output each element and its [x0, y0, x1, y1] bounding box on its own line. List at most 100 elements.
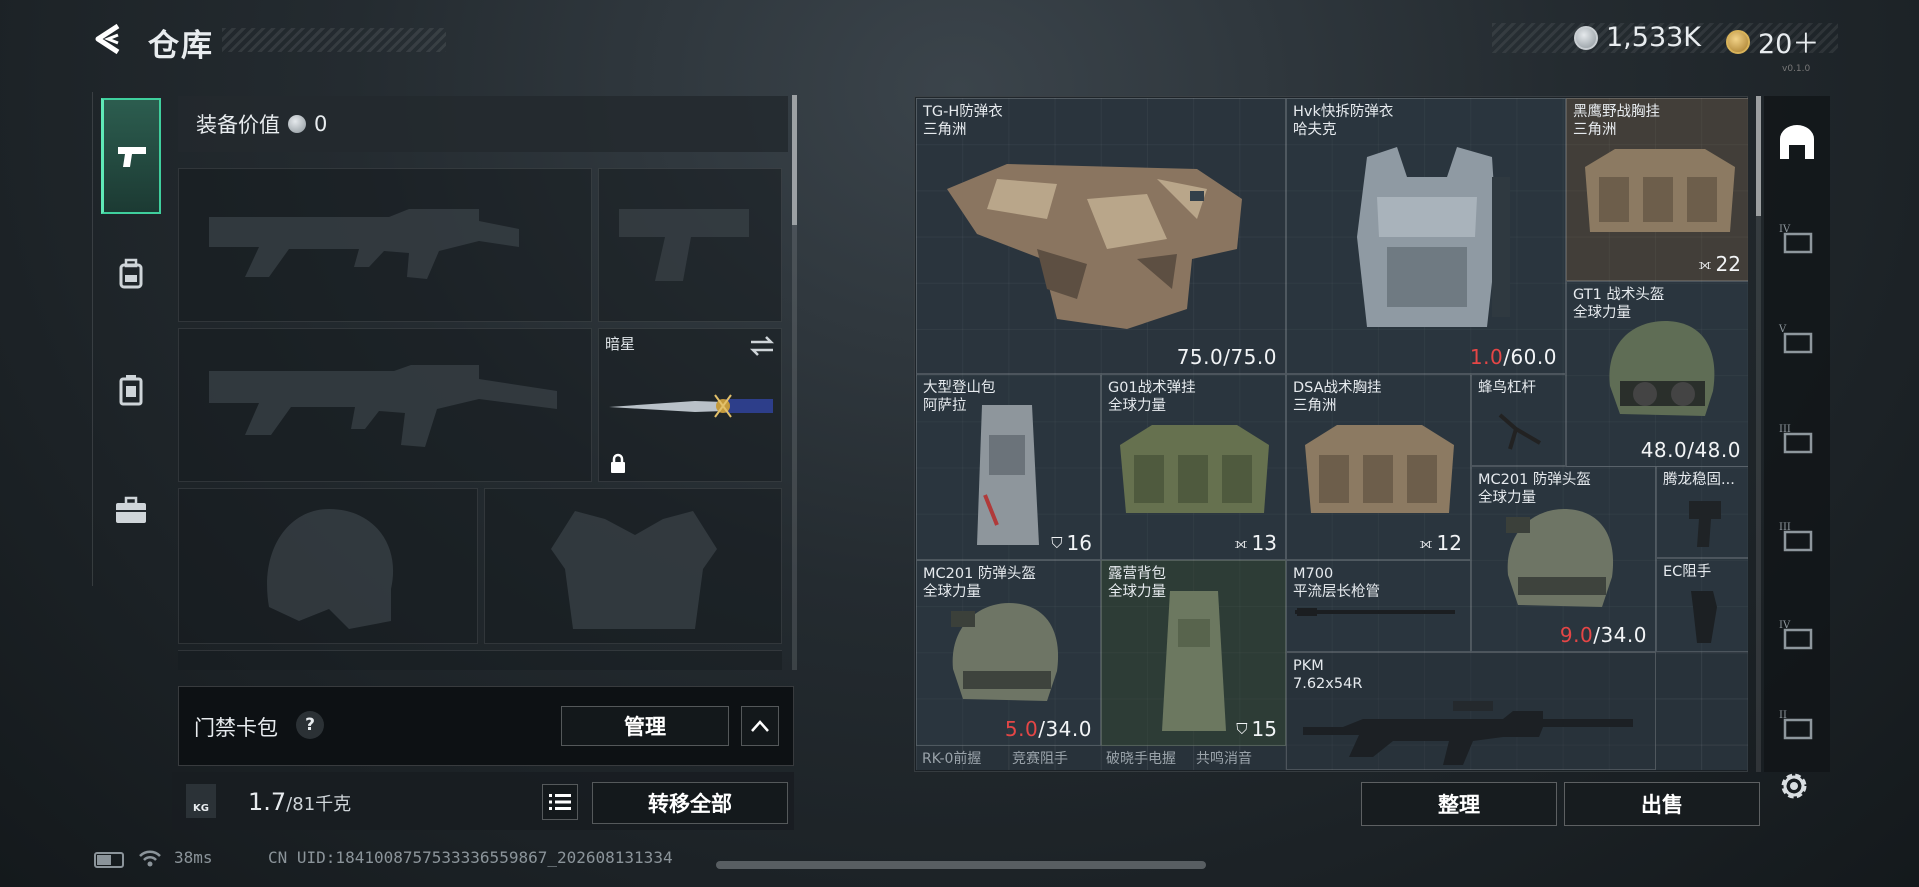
- partial-row-item[interactable]: 共鸣消音: [1196, 748, 1252, 768]
- lock-icon: [611, 453, 625, 473]
- loadout-scrollbar-thumb[interactable]: [792, 95, 797, 225]
- grey-backpack-image: [977, 405, 1039, 545]
- swap-icon[interactable]: [749, 335, 775, 357]
- partial-row-item[interactable]: 破晓手电握: [1106, 748, 1176, 768]
- inventory-item-dsa-chest-rig[interactable]: DSA战术胸挂 三角洲 ⟗ 12: [1286, 374, 1471, 560]
- backpack-icon: ⛉: [1236, 720, 1248, 738]
- inventory-item-pkm[interactable]: PKM 7.62x54R: [1286, 652, 1656, 770]
- equipment-value: 0: [314, 112, 328, 136]
- chevron-up-icon: [751, 720, 769, 732]
- tab-storage-iv-b[interactable]: IV: [1774, 612, 1820, 658]
- equipment-value-label: 装备价值: [196, 113, 280, 137]
- melee-name: 暗星: [605, 335, 636, 353]
- tab-storage-iii-a[interactable]: III: [1774, 416, 1820, 462]
- pistol-placeholder-icon: [619, 209, 749, 281]
- item-name: M700 平流层长枪管: [1293, 566, 1380, 600]
- primary-weapon-slot[interactable]: [178, 168, 592, 322]
- silver-coin-icon: [288, 115, 306, 133]
- partial-row-item[interactable]: 竞赛阻手: [1012, 748, 1068, 768]
- inventory-item-camping-backpack[interactable]: 露营背包 全球力量 ⛉ 15: [1101, 560, 1286, 746]
- item-count: ⛉ 15: [1236, 717, 1277, 741]
- tab-storage-iii-b[interactable]: III: [1774, 514, 1820, 560]
- tab-storage-ii[interactable]: II: [1774, 702, 1820, 748]
- tab-storage-v[interactable]: V: [1774, 316, 1820, 362]
- inventory-item-fengniao-lever[interactable]: 蜂鸟杠杆: [1471, 374, 1566, 466]
- tan-chest-rig-image: [1305, 425, 1454, 513]
- rifle-placeholder-icon: [209, 365, 557, 447]
- storage-tabs: IV V III III IV II: [1764, 96, 1830, 772]
- gold-coin-icon: [1726, 29, 1750, 54]
- tan-chest-rig-image: [1585, 149, 1735, 232]
- item-name: EC阻手: [1663, 564, 1712, 580]
- item-count: ⟗ 12: [1419, 531, 1462, 555]
- uid-text: CN UID:1841008757533336559867_2026081313…: [268, 848, 673, 867]
- wifi-icon: [139, 850, 161, 867]
- back-arrow-icon[interactable]: [92, 22, 126, 56]
- ping-text: 38ms: [174, 848, 213, 867]
- inventory-scrollbar-thumb[interactable]: [1756, 96, 1761, 216]
- item-name: 黑鹰野战胸挂 三角洲: [1573, 104, 1660, 138]
- transfer-all-button[interactable]: 转移全部: [592, 782, 788, 824]
- barrel-image: [1295, 608, 1455, 616]
- helmet-slot[interactable]: [178, 488, 478, 644]
- tab-all-storage[interactable]: [1774, 120, 1820, 166]
- sort-button[interactable]: 整理: [1361, 782, 1557, 826]
- version-text: v0.1.0: [1782, 64, 1811, 74]
- tab-storage-iv-a[interactable]: IV: [1774, 216, 1820, 262]
- silver-coin-icon: [1574, 25, 1598, 50]
- inventory-item-large-backpack[interactable]: 大型登山包 阿萨拉 ⛉ 16: [916, 374, 1101, 560]
- manage-button[interactable]: 管理: [561, 706, 729, 746]
- inventory-item-gt1-helmet[interactable]: GT1 战术头盔 全球力量 48.0/48.0: [1566, 281, 1748, 467]
- inventory-item-tgh-armor[interactable]: TG-H防弹衣 三角洲 75.0/75.0: [916, 98, 1286, 374]
- page-title: 仓库: [148, 28, 214, 64]
- inventory-item-tenglong-grip[interactable]: 腾龙稳固...: [1656, 466, 1748, 558]
- item-name: 腾龙稳固...: [1663, 472, 1735, 488]
- silver-currency[interactable]: 1,533K: [1574, 22, 1701, 53]
- inventory-item-m700-barrel[interactable]: M700 平流层长枪管: [1286, 560, 1471, 652]
- inventory-item-mc201-helmet-b[interactable]: MC201 防弹头盔 全球力量 5.0/34.0: [916, 560, 1101, 746]
- armor-placeholder-icon: [551, 511, 717, 629]
- camo-vest-image: [947, 164, 1242, 329]
- partial-row-item[interactable]: RK-0前握: [922, 748, 981, 768]
- backpack-icon: [119, 258, 143, 289]
- inventory-item-hvk-armor[interactable]: Hvk快拆防弹衣 哈夫克 1.0/60.0: [1286, 98, 1566, 374]
- durability: 1.0/60.0: [1469, 345, 1557, 369]
- armor-level-icon: ⟗: [1234, 534, 1248, 552]
- armor-level-icon: ⟗: [1419, 534, 1433, 552]
- durability: 9.0/34.0: [1559, 623, 1647, 647]
- storage-box-icon: III: [1779, 522, 1813, 552]
- list-view-button[interactable]: [542, 784, 578, 820]
- melee-slot[interactable]: 暗星: [598, 328, 782, 482]
- body-armor-slot[interactable]: [484, 488, 782, 644]
- green-backpack-image: [1162, 591, 1226, 731]
- sell-button[interactable]: 出售: [1564, 782, 1760, 826]
- gt1-helmet-image: [1609, 321, 1715, 416]
- durability: 75.0/75.0: [1176, 345, 1277, 369]
- warehouse-icon: [1780, 125, 1814, 159]
- nav-tab-gear[interactable]: [101, 216, 161, 332]
- inventory-item-g01-chest-rig[interactable]: G01战术弹挂 全球力量 ⟗ 13: [1101, 374, 1286, 560]
- nav-tab-cases[interactable]: [101, 452, 161, 568]
- nav-tab-consumables[interactable]: [101, 332, 161, 448]
- secondary-weapon-slot[interactable]: [178, 328, 592, 482]
- item-count: ⛉ 16: [1051, 531, 1092, 555]
- title-stripe-decoration: [222, 28, 446, 52]
- storage-box-icon: III: [1779, 424, 1813, 454]
- rifle-placeholder-icon: [209, 209, 519, 279]
- weight-max: /81千克: [286, 794, 352, 815]
- item-name: G01战术弹挂 全球力量: [1108, 380, 1196, 414]
- gold-amount: 20＋: [1758, 29, 1820, 60]
- collapse-button[interactable]: [741, 706, 779, 746]
- inventory-item-mc201-helmet-a[interactable]: MC201 防弹头盔 全球力量 9.0/34.0: [1471, 466, 1656, 652]
- help-icon[interactable]: ?: [296, 711, 324, 739]
- silver-amount: 1,533K: [1606, 22, 1702, 53]
- grey-plate-carrier-image: [1357, 147, 1510, 327]
- storage-box-icon: V: [1778, 324, 1813, 354]
- inventory-item-ec-stopper[interactable]: EC阻手: [1656, 558, 1748, 652]
- settings-gear-icon[interactable]: [1776, 768, 1812, 804]
- gold-currency[interactable]: 20＋: [1726, 22, 1819, 61]
- nav-tab-weapons[interactable]: [101, 98, 161, 214]
- armor-level-icon: ⟗: [1698, 255, 1712, 273]
- inventory-item-heiying-chest-rig[interactable]: 黑鹰野战胸挂 三角洲 ⟗ 22: [1566, 98, 1748, 281]
- sidearm-slot[interactable]: [598, 168, 782, 322]
